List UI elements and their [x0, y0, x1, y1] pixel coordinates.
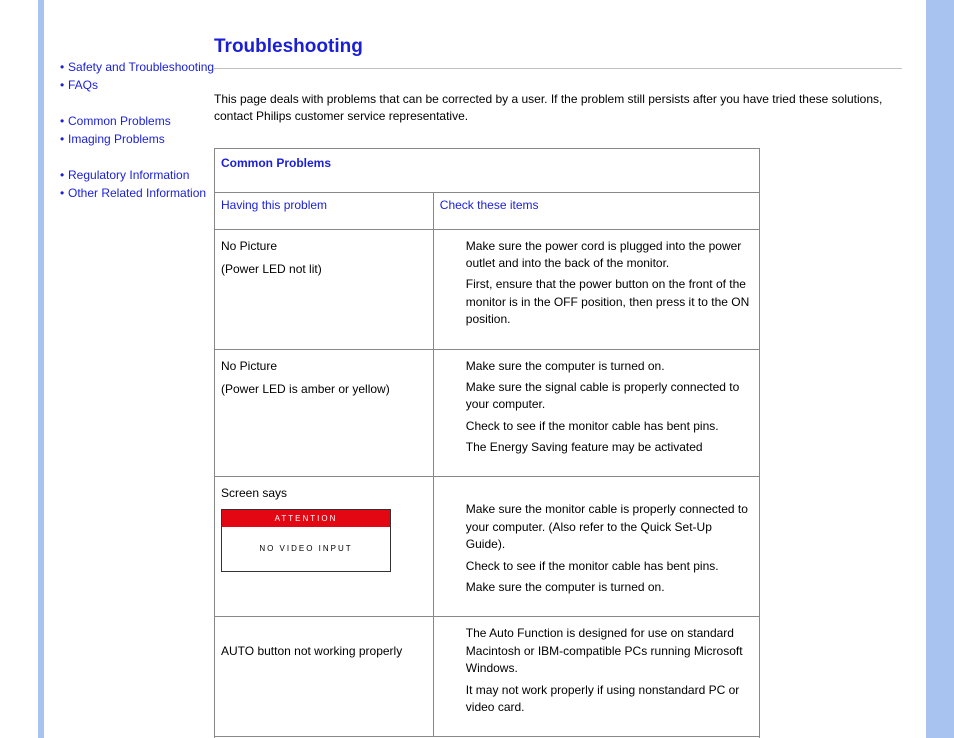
solution-line: Check to see if the monitor cable has be… [466, 418, 753, 435]
title-divider [214, 68, 902, 69]
attention-head: ATTENTION [222, 510, 390, 528]
column-header-check: Check these items [433, 193, 759, 229]
problem-line: (Power LED not lit) [221, 261, 427, 278]
main-content: Troubleshooting This page deals with pro… [214, 36, 902, 738]
sidebar-item-label: Common Problems [68, 112, 220, 130]
solution-line: First, ensure that the power button on t… [466, 276, 753, 328]
left-accent-band [38, 0, 44, 738]
problem-cell: No Picture (Power LED is amber or yellow… [215, 349, 434, 477]
sidebar-item-safety[interactable]: • Safety and Troubleshooting [60, 58, 220, 76]
solution-cell: Make sure the power cord is plugged into… [433, 229, 759, 349]
solution-cell: Make sure the computer is turned on. Mak… [433, 349, 759, 477]
sidebar-item-common-problems[interactable]: • Common Problems [60, 112, 220, 130]
sidebar-item-label: Regulatory Information [68, 166, 220, 184]
intro-text: This page deals with problems that can b… [214, 91, 902, 126]
column-header-problem: Having this problem [215, 193, 434, 229]
problem-line: AUTO button not working properly [221, 643, 427, 660]
problem-line: (Power LED is amber or yellow) [221, 381, 427, 398]
sidebar-item-regulatory[interactable]: • Regulatory Information [60, 166, 220, 184]
solution-line: Make sure the power cord is plugged into… [466, 238, 753, 273]
bullet-icon: • [60, 58, 68, 76]
sidebar-nav: • Safety and Troubleshooting • FAQs • Co… [60, 58, 220, 220]
problem-line: No Picture [221, 358, 427, 375]
bullet-icon: • [60, 184, 68, 202]
table-row: No Picture (Power LED is amber or yellow… [215, 349, 760, 477]
attention-box: ATTENTION NO VIDEO INPUT [221, 509, 391, 572]
sidebar-item-label: Safety and Troubleshooting [68, 58, 220, 76]
sidebar-item-faqs[interactable]: • FAQs [60, 76, 220, 94]
problem-line: Screen says [221, 485, 427, 502]
problem-cell: AUTO button not working properly [215, 617, 434, 737]
solution-line: Make sure the monitor cable is properly … [466, 501, 753, 553]
page-title: Troubleshooting [214, 36, 902, 58]
table-row: AUTO button not working properly The Aut… [215, 617, 760, 737]
right-accent-band [926, 0, 954, 738]
troubleshooting-table: Common Problems Having this problem Chec… [214, 148, 760, 738]
section-heading-common: Common Problems [215, 148, 760, 192]
solution-line: It may not work properly if using nonsta… [466, 682, 753, 717]
table-row: No Picture (Power LED not lit) Make sure… [215, 229, 760, 349]
solution-line: Make sure the computer is turned on. [466, 358, 753, 375]
solution-cell: The Auto Function is designed for use on… [433, 617, 759, 737]
sidebar-item-imaging-problems[interactable]: • Imaging Problems [60, 130, 220, 148]
solution-cell: Make sure the monitor cable is properly … [433, 477, 759, 617]
solution-line: Check to see if the monitor cable has be… [466, 558, 753, 575]
sidebar-item-label: Other Related Information [68, 184, 220, 202]
solution-line: The Auto Function is designed for use on… [466, 625, 753, 677]
sidebar-item-label: FAQs [68, 76, 220, 94]
bullet-icon: • [60, 166, 68, 184]
bullet-icon: • [60, 112, 68, 130]
bullet-icon: • [60, 130, 68, 148]
solution-line: Make sure the signal cable is properly c… [466, 379, 753, 414]
bullet-icon: • [60, 76, 68, 94]
table-row: Screen says ATTENTION NO VIDEO INPUT Mak… [215, 477, 760, 617]
problem-cell: Screen says ATTENTION NO VIDEO INPUT [215, 477, 434, 617]
solution-line: The Energy Saving feature may be activat… [466, 439, 753, 456]
problem-line: No Picture [221, 238, 427, 255]
attention-body: NO VIDEO INPUT [222, 527, 390, 571]
sidebar-item-label: Imaging Problems [68, 130, 220, 148]
sidebar-item-other-related[interactable]: • Other Related Information [60, 184, 220, 202]
problem-cell: No Picture (Power LED not lit) [215, 229, 434, 349]
solution-line: Make sure the computer is turned on. [466, 579, 753, 596]
